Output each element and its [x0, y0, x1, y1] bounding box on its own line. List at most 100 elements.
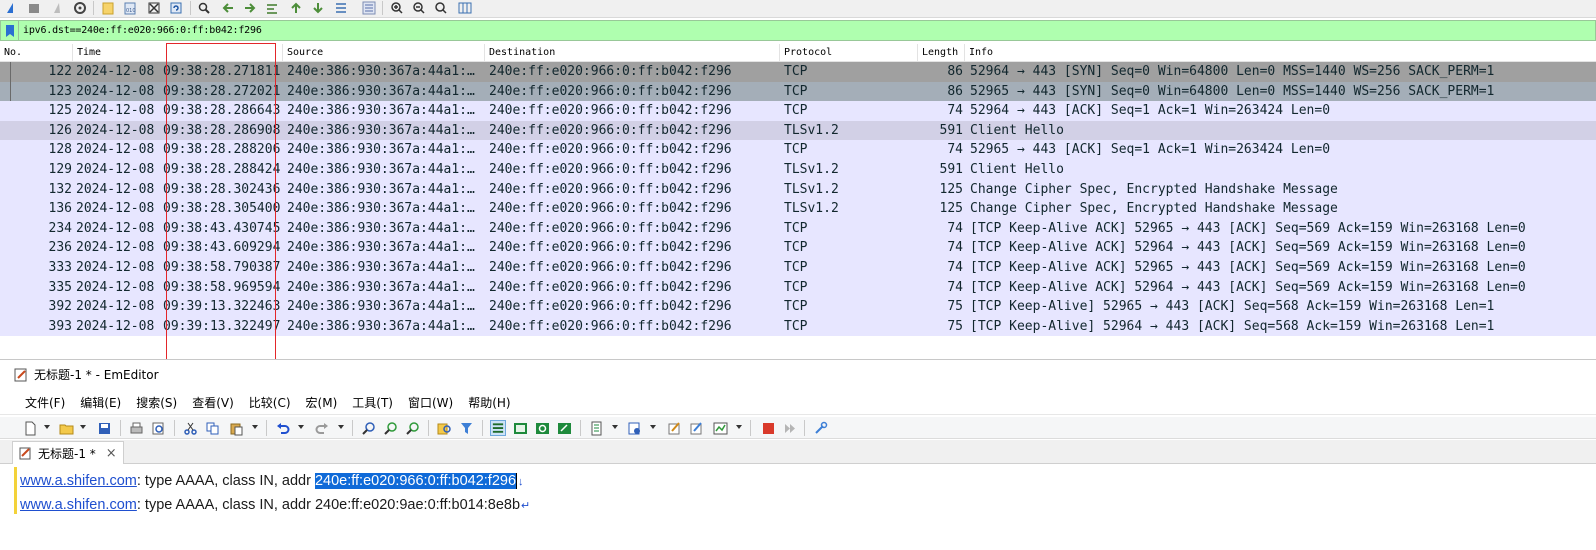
customize-icon[interactable]: [666, 420, 682, 436]
packet-row[interactable]: 125 2024-12-08 09:38:28.286643 240e:386:…: [0, 101, 1596, 121]
copy-icon[interactable]: [204, 420, 220, 436]
shark-fin-start-icon[interactable]: [4, 0, 20, 16]
column-header-source[interactable]: Source: [283, 44, 485, 62]
packet-row[interactable]: 129 2024-12-08 09:38:28.288424 240e:386:…: [0, 160, 1596, 180]
column-header-time[interactable]: Time: [73, 44, 283, 62]
display-filter-input[interactable]: ipv6.dst==240e:ff:e020:966:0:ff:b042:f29…: [19, 25, 262, 36]
macros-icon[interactable]: [626, 420, 642, 436]
new-file-icon[interactable]: [22, 420, 38, 436]
resize-columns-icon[interactable]: [457, 0, 473, 16]
paste-dropdown-icon[interactable]: [252, 425, 258, 429]
go-back-icon[interactable]: [220, 0, 236, 16]
menu-view[interactable]: 查看(V): [192, 394, 234, 411]
column-header-protocol[interactable]: Protocol: [780, 44, 918, 62]
last-packet-icon[interactable]: [310, 0, 326, 16]
selected-address[interactable]: 240e:ff:e020:966:0:ff:b042:f296: [314, 473, 517, 489]
tab-untitled-1[interactable]: 无标题-1 * ×: [12, 441, 124, 464]
redo-dropdown-icon[interactable]: [338, 425, 344, 429]
column-header-destination[interactable]: Destination: [485, 44, 780, 62]
print-preview-icon[interactable]: [150, 420, 166, 436]
restart-capture-icon[interactable]: [50, 0, 66, 16]
normal-size-icon[interactable]: [433, 0, 449, 16]
encoding-icon[interactable]: [588, 420, 604, 436]
zoom-in-icon[interactable]: [389, 0, 405, 16]
plugins-icon[interactable]: [688, 420, 704, 436]
packet-row[interactable]: 234 2024-12-08 09:38:43.430745 240e:386:…: [0, 218, 1596, 239]
packet-row[interactable]: 132 2024-12-08 09:38:28.302436 240e:386:…: [0, 179, 1596, 200]
packet-row[interactable]: 123 2024-12-08 09:38:28.272021 240e:386:…: [0, 81, 1596, 102]
column-header-no[interactable]: No.: [0, 44, 73, 62]
open-folder-icon[interactable]: [58, 420, 74, 436]
find-in-files-icon[interactable]: [436, 420, 452, 436]
encoding-dropdown-icon[interactable]: [612, 425, 618, 429]
stop-capture-icon[interactable]: [26, 0, 42, 16]
menu-help[interactable]: 帮助(H): [468, 394, 510, 411]
cut-icon[interactable]: [182, 420, 198, 436]
print-icon[interactable]: [128, 420, 144, 436]
editor-text-area[interactable]: www.a.shifen.com: type AAAA, class IN, a…: [0, 465, 1596, 550]
go-forward-icon[interactable]: [242, 0, 258, 16]
zoom-out-icon[interactable]: [411, 0, 427, 16]
editor-line-1[interactable]: www.a.shifen.com: type AAAA, class IN, a…: [20, 470, 524, 492]
column-header-length[interactable]: Length: [918, 44, 965, 62]
menu-file[interactable]: 文件(F): [25, 394, 65, 411]
menu-window[interactable]: 窗口(W): [408, 394, 453, 411]
menu-tools[interactable]: 工具(T): [352, 394, 393, 411]
colorize-icon[interactable]: [361, 0, 377, 16]
macros-dropdown-icon[interactable]: [650, 425, 656, 429]
close-icon[interactable]: ×: [106, 446, 117, 461]
filter-icon[interactable]: [458, 420, 474, 436]
refresh-view-icon[interactable]: [534, 420, 550, 436]
run-macro-icon[interactable]: [782, 420, 798, 436]
packet-row[interactable]: 126 2024-12-08 09:38:28.286908 240e:386:…: [0, 120, 1596, 141]
packet-source: 240e:386:930:367a:44a1:…: [287, 142, 475, 158]
find-icon[interactable]: [360, 420, 376, 436]
packet-row[interactable]: 122 2024-12-08 09:38:28.271811 240e:386:…: [0, 62, 1596, 82]
column-header-info[interactable]: Info: [965, 44, 1596, 62]
packet-row[interactable]: 333 2024-12-08 09:38:58.790387 240e:386:…: [0, 258, 1596, 278]
find-previous-icon[interactable]: [404, 420, 420, 436]
tools-icon[interactable]: [812, 420, 828, 436]
new-dropdown-icon[interactable]: [44, 425, 50, 429]
packet-row[interactable]: 236 2024-12-08 09:38:43.609294 240e:386:…: [0, 238, 1596, 258]
menu-search[interactable]: 搜索(S): [136, 394, 177, 411]
go-to-packet-icon[interactable]: [264, 0, 280, 16]
save-icon[interactable]: [96, 420, 112, 436]
menu-edit[interactable]: 编辑(E): [80, 394, 121, 411]
image-view-icon[interactable]: [512, 420, 528, 436]
outline-icon[interactable]: [712, 420, 728, 436]
hostname-link[interactable]: www.a.shifen.com: [20, 497, 137, 513]
open-dropdown-icon[interactable]: [80, 425, 86, 429]
autoscroll-icon[interactable]: [333, 0, 349, 16]
packet-row[interactable]: 128 2024-12-08 09:38:28.288206 240e:386:…: [0, 140, 1596, 160]
undo-icon[interactable]: [274, 420, 290, 436]
record-macro-icon[interactable]: [760, 420, 776, 436]
menu-compare[interactable]: 比较(C): [249, 394, 291, 411]
close-file-icon[interactable]: [146, 0, 162, 16]
packet-date: 2024-12-08: [76, 142, 155, 158]
packet-row[interactable]: 136 2024-12-08 09:38:28.305400 240e:386:…: [0, 199, 1596, 219]
capture-options-icon[interactable]: [72, 0, 88, 16]
menu-macro[interactable]: 宏(M): [306, 394, 338, 411]
outline-dropdown-icon[interactable]: [736, 425, 742, 429]
open-file-icon[interactable]: [100, 0, 116, 16]
split-view-icon[interactable]: [556, 420, 572, 436]
redo-icon[interactable]: [314, 420, 330, 436]
layout-view-icon[interactable]: [490, 420, 506, 436]
find-next-icon[interactable]: [382, 420, 398, 436]
paste-icon[interactable]: [228, 420, 244, 436]
editor-line-2[interactable]: www.a.shifen.com: type AAAA, class IN, a…: [20, 494, 530, 516]
undo-dropdown-icon[interactable]: [298, 425, 304, 429]
display-filter-bar[interactable]: ipv6.dst==240e:ff:e020:966:0:ff:b042:f29…: [0, 20, 1596, 41]
first-packet-icon[interactable]: [288, 0, 304, 16]
reload-file-icon[interactable]: [168, 0, 184, 16]
packet-number: 335: [48, 279, 72, 295]
emeditor-app-icon: [14, 368, 27, 381]
packet-row[interactable]: 392 2024-12-08 09:39:13.322463 240e:386:…: [0, 297, 1596, 317]
find-packet-icon[interactable]: [196, 0, 212, 16]
packet-row[interactable]: 393 2024-12-08 09:39:13.322497 240e:386:…: [0, 316, 1596, 337]
packet-row[interactable]: 335 2024-12-08 09:38:58.969594 240e:386:…: [0, 277, 1596, 298]
hostname-link[interactable]: www.a.shifen.com: [20, 473, 137, 489]
bookmark-icon[interactable]: [1, 21, 19, 40]
save-file-icon[interactable]: 010: [122, 0, 138, 16]
